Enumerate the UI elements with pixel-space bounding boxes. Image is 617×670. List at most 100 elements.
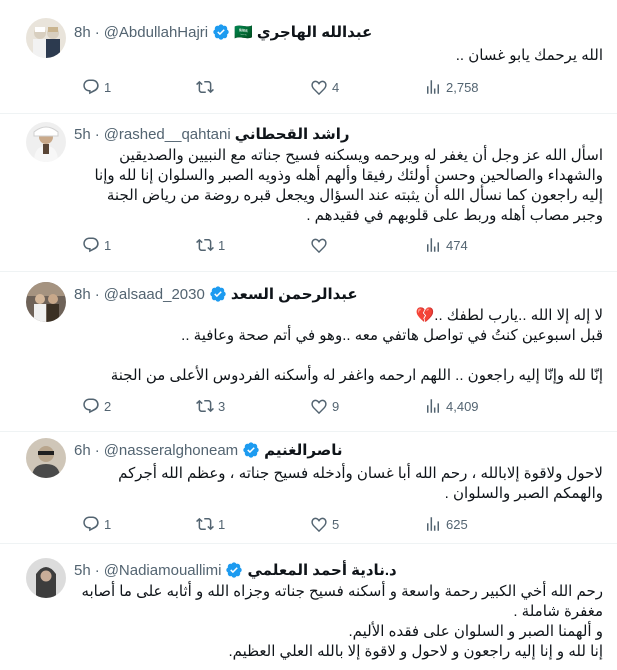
reply-icon bbox=[83, 79, 99, 95]
views-button[interactable]: 4,409 bbox=[424, 397, 479, 415]
tweet-text-line: إنا لله و إنا إليه راجعون و لاحول و لاقو… bbox=[228, 643, 603, 660]
retweet-icon bbox=[196, 238, 214, 252]
views-icon bbox=[427, 238, 439, 252]
retweet-button[interactable] bbox=[196, 78, 218, 96]
tweet-header: د.نادية أحمد المعلمي @Nadiamouallimi · 5… bbox=[74, 558, 603, 582]
user-handle[interactable]: @nasseralghoneam bbox=[104, 442, 238, 459]
tweet-text-line: والشهداء والصالحين وحسن أولئك رفيقا وأله… bbox=[94, 167, 603, 184]
user-handle[interactable]: @rashed__qahtani bbox=[104, 126, 231, 143]
reply-button[interactable]: 1 bbox=[82, 78, 111, 96]
heart-icon bbox=[311, 399, 327, 415]
views-icon bbox=[427, 517, 439, 531]
separator-dot: · bbox=[94, 285, 100, 303]
tweet-actions: 1 4 2,758 bbox=[74, 77, 504, 97]
tweet-text-line: رحم الله أخي الكبير رحمة واسعة و أسكنه ف… bbox=[81, 583, 603, 600]
avatar[interactable] bbox=[26, 438, 66, 478]
user-handle[interactable]: @AbdullahHajri bbox=[104, 24, 208, 41]
like-count: 9 bbox=[332, 398, 340, 414]
like-count: 5 bbox=[332, 516, 340, 532]
verified-badge-icon bbox=[242, 441, 260, 459]
timestamp[interactable]: 5h bbox=[74, 562, 91, 579]
retweet-button[interactable]: 1 bbox=[196, 236, 225, 254]
verified-badge-icon bbox=[209, 285, 227, 303]
timestamp[interactable]: 6h bbox=[74, 442, 91, 459]
views-button[interactable]: 625 bbox=[424, 515, 468, 533]
flag-emoji: 🇸🇦 bbox=[234, 24, 253, 41]
user-handle[interactable]: @Nadiamouallimi bbox=[104, 562, 222, 579]
like-button[interactable] bbox=[310, 236, 332, 254]
reply-icon bbox=[83, 237, 99, 253]
tweet-feed: عبدالله الهاجري 🇸🇦 @AbdullahHajri · 8h ا… bbox=[0, 0, 617, 670]
verified-badge-icon bbox=[225, 561, 243, 579]
tweet-text-line: الله يرحمك يابو غسان .. bbox=[455, 47, 603, 64]
separator-dot: · bbox=[94, 441, 100, 459]
timestamp[interactable]: 5h bbox=[74, 126, 91, 143]
avatar[interactable] bbox=[26, 18, 66, 58]
views-icon bbox=[427, 80, 439, 94]
tweet-0[interactable]: عبدالله الهاجري 🇸🇦 @AbdullahHajri · 8h ا… bbox=[0, 0, 617, 114]
retweet-button[interactable]: 3 bbox=[196, 397, 225, 415]
display-name[interactable]: د.نادية أحمد المعلمي bbox=[247, 561, 396, 579]
reply-count: 1 bbox=[104, 516, 112, 532]
like-button[interactable]: 5 bbox=[310, 515, 339, 533]
tweet-header: راشد القحطاني @rashed__qahtani · 5h bbox=[74, 122, 603, 146]
reply-button[interactable]: 2 bbox=[82, 397, 111, 415]
verified-badge-icon bbox=[212, 23, 230, 41]
tweet-1[interactable]: راشد القحطاني @rashed__qahtani · 5h اسأل… bbox=[0, 114, 617, 272]
tweet-text-line: وجبر مصاب أهله وربط على قلوبهم في فقيدهم… bbox=[306, 207, 603, 224]
timestamp[interactable]: 8h bbox=[74, 24, 91, 41]
tweet-actions: 2 3 9 4,409 bbox=[74, 396, 504, 416]
tweet-text: اسأل الله عز وجل أن يغفر له ويرحمه ويسكن… bbox=[74, 146, 603, 226]
tweet-text-line: إليه راجعون كما نسأل الله أن يثبته عند ا… bbox=[106, 187, 603, 204]
reply-count: 1 bbox=[104, 237, 112, 253]
reply-icon bbox=[83, 516, 99, 532]
retweet-count: 3 bbox=[218, 398, 226, 414]
tweet-text-line: لا إله إلا الله ..يارب لطفك ..💔 bbox=[415, 307, 603, 324]
like-button[interactable]: 9 bbox=[310, 397, 339, 415]
tweet-text: لاحول ولاقوة إلابالله ، رحم الله أبا غسا… bbox=[74, 464, 603, 504]
tweet-header: عبدالرحمن السعد @alsaad_2030 · 8h bbox=[74, 282, 603, 306]
views-count: 4,409 bbox=[446, 398, 479, 414]
display-name[interactable]: عبدالله الهاجري bbox=[257, 23, 372, 41]
tweet-actions: 1 1 474 bbox=[74, 235, 504, 255]
avatar[interactable] bbox=[26, 558, 66, 598]
views-icon bbox=[427, 399, 439, 413]
heart-icon bbox=[311, 517, 327, 533]
views-count: 2,758 bbox=[446, 79, 479, 95]
avatar[interactable] bbox=[26, 122, 66, 162]
tweet-header: ناصرالغنيم @nasseralghoneam · 6h bbox=[74, 438, 603, 462]
display-name[interactable]: عبدالرحمن السعد bbox=[231, 285, 358, 303]
display-name[interactable]: ناصرالغنيم bbox=[264, 441, 342, 459]
retweet-icon bbox=[196, 517, 214, 531]
avatar[interactable] bbox=[26, 282, 66, 322]
retweet-button[interactable]: 1 bbox=[196, 515, 225, 533]
tweet-text-line: و ألهمنا الصبر و السلوان على فقده الأليم… bbox=[348, 623, 603, 640]
views-button[interactable]: 2,758 bbox=[424, 78, 479, 96]
tweet-text-line: لاحول ولاقوة إلابالله ، رحم الله أبا غسا… bbox=[118, 465, 603, 482]
separator-dot: · bbox=[94, 561, 100, 579]
user-handle[interactable]: @alsaad_2030 bbox=[104, 286, 205, 303]
tweet-text-line: والهمكم الصبر والسلوان . bbox=[444, 485, 603, 502]
reply-count: 1 bbox=[104, 79, 112, 95]
reply-count: 2 bbox=[104, 398, 112, 414]
retweet-icon bbox=[196, 399, 214, 413]
tweet-text: رحم الله أخي الكبير رحمة واسعة و أسكنه ف… bbox=[74, 582, 603, 662]
tweet-2[interactable]: عبدالرحمن السعد @alsaad_2030 · 8h لا إله… bbox=[0, 272, 617, 432]
tweet-text-line bbox=[74, 346, 603, 366]
reply-button[interactable]: 1 bbox=[82, 236, 111, 254]
tweet-3[interactable]: ناصرالغنيم @nasseralghoneam · 6h لاحول و… bbox=[0, 432, 617, 544]
display-name[interactable]: راشد القحطاني bbox=[235, 125, 350, 143]
like-count: 4 bbox=[332, 79, 340, 95]
timestamp[interactable]: 8h bbox=[74, 286, 91, 303]
tweet-text-line: اسأل الله عز وجل أن يغفر له ويرحمه ويسكن… bbox=[119, 147, 603, 164]
reply-button[interactable]: 1 bbox=[82, 515, 111, 533]
like-button[interactable]: 4 bbox=[310, 78, 339, 96]
tweet-4[interactable]: د.نادية أحمد المعلمي @Nadiamouallimi · 5… bbox=[0, 544, 617, 670]
retweet-icon bbox=[196, 80, 214, 94]
tweet-header: عبدالله الهاجري 🇸🇦 @AbdullahHajri · 8h bbox=[74, 20, 603, 44]
views-button[interactable]: 474 bbox=[424, 236, 468, 254]
retweet-count: 1 bbox=[218, 516, 226, 532]
tweet-text-line: إنّا لله وإنّا إليه راجعون .. اللهم ارحم… bbox=[110, 367, 603, 384]
tweet-text: لا إله إلا الله ..يارب لطفك ..💔 قبل اسبو… bbox=[74, 306, 603, 386]
tweet-text: الله يرحمك يابو غسان .. bbox=[74, 46, 603, 66]
